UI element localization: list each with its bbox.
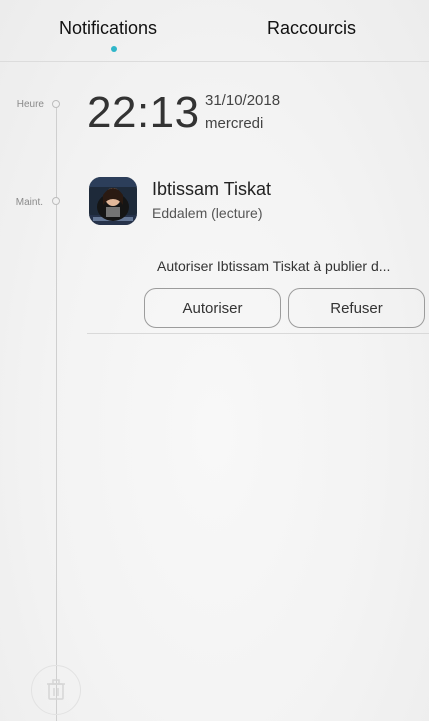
clear-all-button[interactable] (31, 665, 81, 715)
tab-bar: Notifications Raccourcis (0, 0, 429, 61)
notification-divider (87, 333, 429, 334)
deny-button[interactable]: Refuser (288, 288, 425, 328)
tab-divider (0, 61, 429, 62)
timeline-dot-time (52, 100, 60, 108)
timeline-dot-now (52, 197, 60, 205)
notification-title: Ibtissam Tiskat (152, 179, 272, 199)
avatar-image (89, 177, 137, 225)
tab-shortcuts[interactable]: Raccourcis (267, 18, 356, 39)
active-tab-indicator (111, 46, 117, 52)
clock-date: 31/10/2018 (205, 92, 281, 109)
trash-icon (47, 679, 65, 700)
notification-message: Autoriser Ibtissam Tiskat à publier d... (157, 258, 391, 274)
timeline-time-label: Heure (16, 99, 44, 110)
clock-time: 22:13 (87, 88, 200, 137)
notification-subtitle: Eddalem (lecture) (152, 205, 263, 221)
tab-notifications[interactable]: Notifications (59, 18, 157, 39)
timeline-line (56, 100, 57, 721)
allow-button[interactable]: Autoriser (144, 288, 281, 328)
clock-weekday: mercredi (205, 115, 264, 132)
app-avatar[interactable] (89, 177, 137, 225)
timeline-now-label: Maint. (15, 197, 43, 208)
